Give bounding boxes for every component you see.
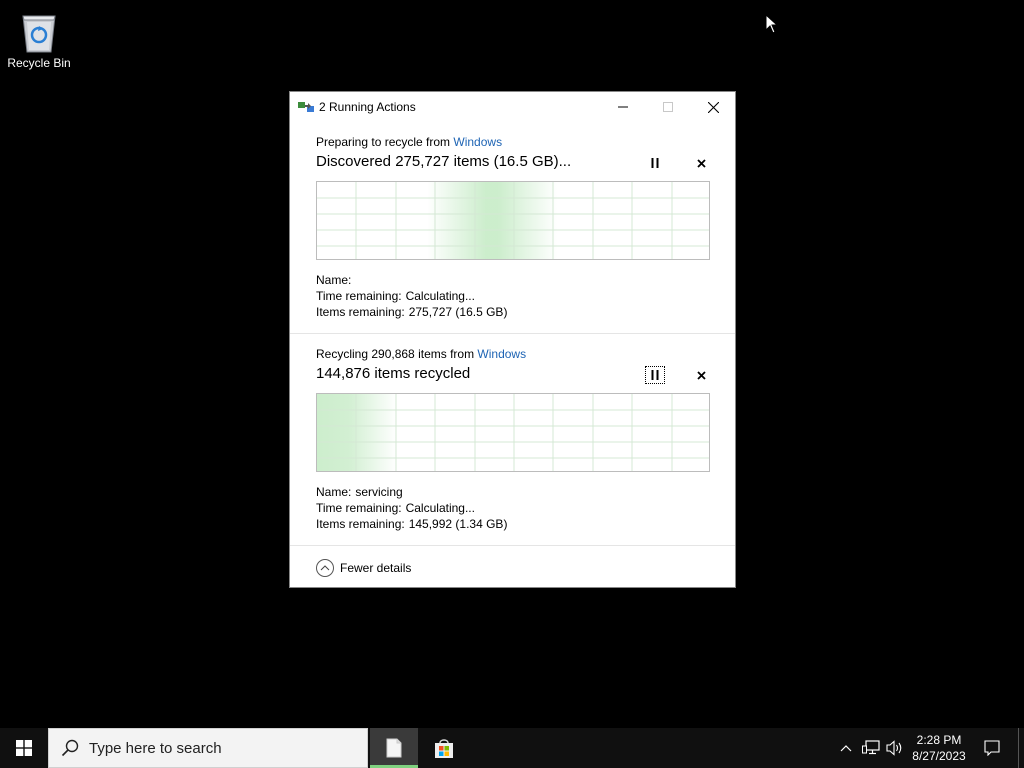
show-hidden-icons-button[interactable]	[836, 728, 856, 768]
close-icon	[696, 158, 706, 168]
speed-graph-grid	[317, 182, 709, 259]
fewer-details-button[interactable]: Fewer details	[316, 559, 411, 577]
close-icon	[696, 370, 706, 380]
document-icon	[386, 738, 402, 758]
taskbar-search-box[interactable]: Type here to search	[48, 728, 368, 768]
pause-icon	[651, 158, 659, 168]
windows-logo-icon	[16, 740, 32, 756]
taskbar-app-store[interactable]	[420, 728, 468, 768]
close-button[interactable]	[690, 92, 736, 122]
pause-icon	[651, 370, 659, 380]
operation-status: 144,876 items recycled	[316, 365, 471, 382]
title-bar[interactable]: 2 Running Actions	[290, 92, 735, 122]
fewer-details-label: Fewer details	[340, 561, 412, 575]
search-placeholder: Type here to search	[89, 739, 222, 757]
clock-date: 8/27/2023	[912, 749, 966, 763]
maximize-button[interactable]	[645, 92, 691, 122]
clock-time: 2:28 PM	[916, 733, 962, 747]
volume-button[interactable]	[884, 728, 906, 768]
source-link[interactable]: Windows	[453, 135, 502, 149]
source-link[interactable]: Windows	[477, 347, 526, 361]
action-center-button[interactable]	[978, 728, 1006, 768]
network-button[interactable]	[860, 728, 882, 768]
taskbar-clock[interactable]: 2:28 PM 8/27/2023	[906, 732, 972, 764]
operation-recycle-prepare: Preparing to recycle from Windows Discov…	[290, 122, 735, 333]
recycle-bin-icon	[19, 8, 59, 54]
chevron-up-icon	[840, 745, 852, 752]
network-icon	[862, 740, 880, 755]
pause-button[interactable]	[645, 366, 665, 384]
chevron-up-icon	[316, 559, 334, 577]
detail-items-row: Items remaining: 145,992 (1.34 GB)	[316, 517, 508, 531]
dialog-footer: Fewer details	[290, 546, 735, 588]
taskbar: Type here to search 2:28 PM 8/27/2023	[0, 728, 1024, 768]
operation-details: Name: Time remaining: Calculating... Item…	[316, 272, 507, 320]
pause-button[interactable]	[645, 154, 665, 172]
taskbar-app-file-operation[interactable]	[370, 728, 418, 768]
operation-details: Name: servicing Time remaining: Calculatin…	[316, 484, 507, 532]
detail-time-row: Time remaining: Calculating...	[316, 289, 475, 303]
start-button[interactable]	[0, 728, 48, 768]
speaker-icon	[886, 740, 902, 756]
detail-items-row: Items remaining: 275,727 (16.5 GB)	[316, 305, 508, 319]
desktop: Recycle Bin 2 Running Actions Preparing …	[0, 0, 1024, 728]
operation-description: Preparing to recycle from Windows	[316, 135, 503, 149]
operation-status: Discovered 275,727 items (16.5 GB)...	[316, 153, 572, 170]
file-operation-dialog: 2 Running Actions Preparing to recycle f…	[289, 91, 736, 588]
detail-time-row: Time remaining: Calculating...	[316, 501, 475, 515]
operation-description: Recycling 290,868 items from Windows	[316, 347, 527, 361]
desktop-icon-label: Recycle Bin	[7, 56, 71, 70]
speed-graph	[316, 393, 710, 472]
operation-recycling: Recycling 290,868 items from Windows 144…	[290, 334, 735, 545]
detail-name-row: Name: servicing	[316, 485, 403, 499]
desktop-icon-recycle-bin[interactable]: Recycle Bin	[4, 8, 74, 70]
window-title: 2 Running Actions	[319, 100, 416, 114]
detail-name-row: Name:	[316, 273, 352, 287]
file-copy-icon	[298, 102, 314, 112]
speed-graph-grid	[317, 394, 709, 471]
close-icon	[707, 101, 719, 113]
show-desktop-button[interactable]	[1018, 728, 1019, 768]
minimize-button[interactable]	[600, 92, 646, 122]
minimize-icon	[618, 106, 628, 108]
cancel-button[interactable]	[691, 154, 711, 172]
search-icon	[61, 739, 79, 757]
speed-graph	[316, 181, 710, 260]
notification-icon	[984, 740, 1000, 756]
maximize-icon	[663, 102, 673, 112]
mouse-cursor-icon	[765, 14, 779, 34]
store-icon	[435, 739, 453, 758]
cancel-button[interactable]	[691, 366, 711, 384]
